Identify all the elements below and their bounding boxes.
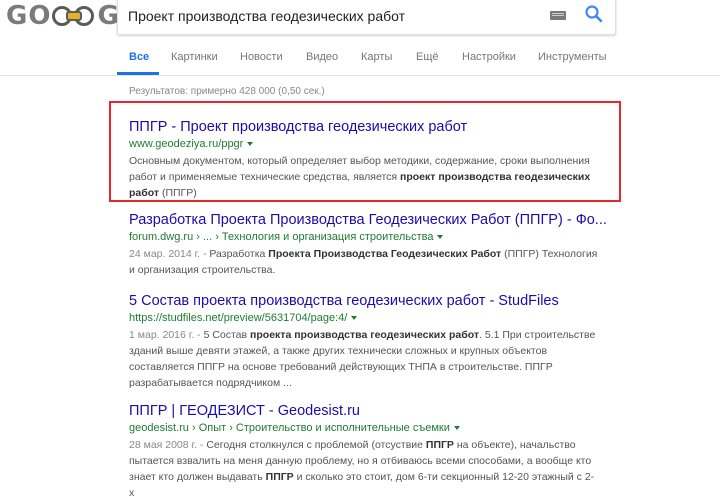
logo-text-left: GO [6,1,52,31]
tab-images[interactable]: Картинки [171,51,218,63]
tab-tools[interactable]: Инструменты [538,51,607,63]
snippet-text: Сегодня столкнулся с проблемой (отсустви… [206,439,426,451]
result-url-text: geodesist.ru › Опыт › Строительство и ис… [129,422,450,434]
url-dropdown-icon[interactable] [437,235,444,240]
result-url: https://studfiles.net/preview/5631704/pa… [129,311,599,325]
search-result: Разработка Проекта Производства Геодезич… [129,211,607,278]
search-icon[interactable] [584,4,604,24]
search-tabs: Все Картинки Новости Видео Карты Ещё Нас… [0,44,720,75]
search-result: ППГР | ГЕОДЕЗИСТ - Geodesist.ru geodesis… [129,402,599,501]
result-snippet: 24 мар. 2014 г. - Разработка Проекта Про… [129,246,599,278]
search-box[interactable]: Проект производства геодезических работ [117,0,616,35]
header: GO GLE Проект производства геодезических… [0,0,720,35]
snippet-text: 5 Состав [203,329,251,341]
snippet-text: Разработка [209,248,269,260]
result-url-text: forum.dwg.ru › ... › Технология и органи… [129,231,434,243]
result-stats: Результатов: примерно 428 000 (0,50 сек.… [129,86,325,97]
result-date: 28 мая 2008 г. - [129,439,207,451]
tab-maps[interactable]: Карты [361,51,392,63]
search-result: 5 Состав проекта производства геодезичес… [129,292,599,391]
snippet-bold: проекта производства геодезических работ [250,329,480,341]
tab-news[interactable]: Новости [240,51,283,63]
result-date: 1 мар. 2016 г. - [129,329,204,341]
result-snippet: 28 мая 2008 г. - Сегодня столкнулся с пр… [129,437,599,501]
result-url: forum.dwg.ru › ... › Технология и органи… [129,230,599,244]
result-url: geodesist.ru › Опыт › Строительство и ис… [129,421,599,435]
tab-video[interactable]: Видео [306,51,338,63]
result-title-link[interactable]: Разработка Проекта Производства Геодезич… [129,211,607,229]
result-date: 24 мар. 2014 г. - [129,248,210,260]
highlight-box [109,101,621,202]
snippet-bold: Проекта Производства Геодезических Работ [268,248,502,260]
tab-more[interactable]: Ещё [416,51,439,63]
snippet-bold: ППГР [425,439,454,451]
result-snippet: 1 мар. 2016 г. - 5 Состав проекта произв… [129,327,599,391]
url-dropdown-icon[interactable] [453,426,460,431]
search-input[interactable]: Проект производства геодезических работ [128,8,405,24]
tabs-divider [0,75,720,76]
result-title-link[interactable]: ППГР | ГЕОДЕЗИСТ - Geodesist.ru [129,402,599,420]
result-title-link[interactable]: 5 Состав проекта производства геодезичес… [129,292,599,310]
result-url-text: https://studfiles.net/preview/5631704/pa… [129,312,348,324]
url-dropdown-icon[interactable] [351,316,358,321]
tab-all[interactable]: Все [129,51,149,63]
keyboard-icon[interactable] [550,11,566,20]
tab-settings[interactable]: Настройки [462,51,516,63]
snippet-bold: ППГР [265,471,294,483]
doodle-icon [52,3,96,29]
